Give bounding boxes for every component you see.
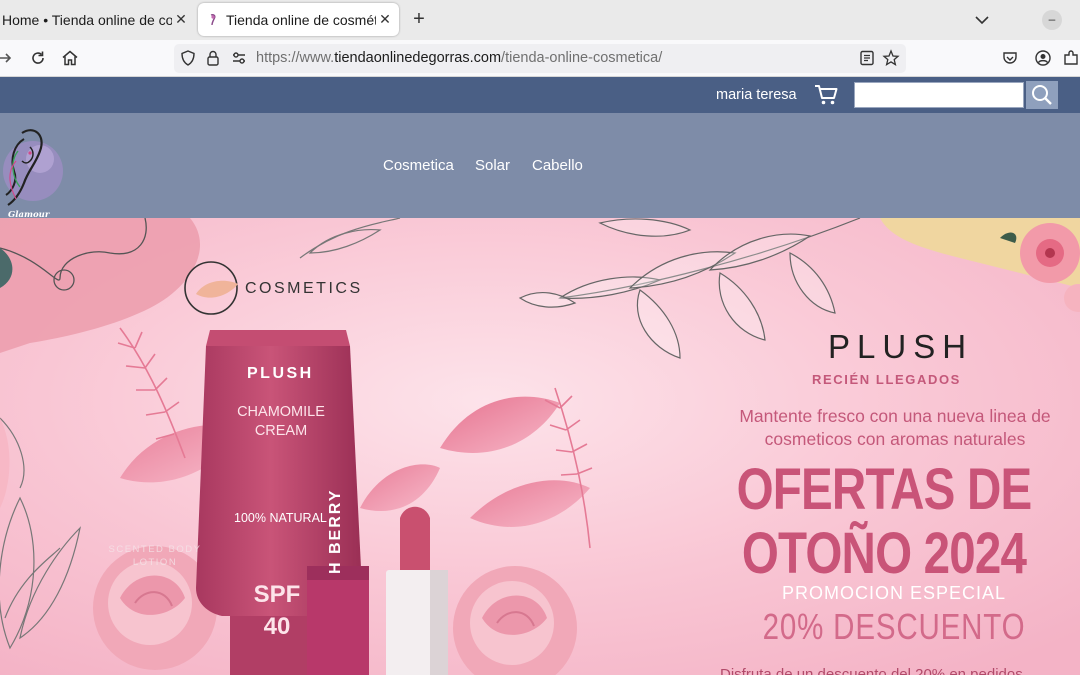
hero-headline: OFERTAS DE OTOÑO 2024 (736, 457, 1033, 586)
url-scheme: https:// (256, 50, 300, 66)
url-prefix: www. (299, 50, 335, 66)
extensions-icon[interactable] (1062, 49, 1080, 67)
tube-spf-label: SPF 40 (253, 581, 301, 640)
bookmark-star-icon[interactable] (882, 49, 900, 67)
hero-banner[interactable]: COSMETICS PLUSH CHAMOMILE CREAM 100% NAT… (0, 218, 1080, 675)
close-tab-icon[interactable]: ✕ (174, 11, 188, 28)
lipstick-label: H BERRY (327, 488, 344, 574)
reload-icon[interactable] (29, 49, 47, 67)
hero-title: PLUSH (828, 328, 974, 365)
site-permissions-icon[interactable] (230, 49, 248, 67)
hero-subtitle: RECIÉN LLEGADOS (812, 372, 961, 387)
tube-product-name: CHAMOMILE CREAM (237, 404, 325, 439)
url-path: /tienda-online-cosmetica/ (501, 50, 663, 66)
menu-item-cosmetica[interactable]: Cosmetica (383, 157, 454, 174)
browser-tab-strip: Home • Tienda online de cosmética ✕ Tien… (0, 0, 1080, 40)
menu-item-cabello[interactable]: Cabello (532, 157, 583, 174)
hero-footnote: Disfruta de un descuento del 20% en pedi… (720, 666, 1023, 675)
forward-icon[interactable] (0, 49, 18, 67)
pocket-icon[interactable] (1001, 49, 1019, 67)
tube-claim: 100% NATURAL (234, 511, 327, 525)
search-icon (1032, 85, 1052, 105)
promo-label: PROMOCION ESPECIAL (781, 583, 1007, 603)
discount-label: 20% DESCUENTO (762, 606, 1026, 647)
new-tab-button[interactable]: + (409, 8, 429, 31)
site-favicon-icon (206, 13, 220, 27)
search-input[interactable] (854, 82, 1024, 108)
reader-view-icon[interactable] (858, 49, 876, 67)
browser-tab-home[interactable]: Home • Tienda online de cosmética ✕ (0, 3, 192, 36)
tab-title: Tienda online de cosmética (226, 11, 376, 28)
tab-title: Home • Tienda online de cosmética (2, 11, 172, 28)
address-bar[interactable]: https://www.tiendaonlinedegorras.com/tie… (174, 44, 906, 73)
browser-nav-toolbar: https://www.tiendaonlinedegorras.com/tie… (0, 40, 1080, 77)
user-account-link[interactable]: maria teresa (716, 87, 797, 103)
search-button[interactable] (1026, 81, 1058, 109)
faded-product-label: SCENTED BODY LOTION (108, 544, 202, 568)
site-logo[interactable]: Glamour Box (0, 121, 66, 230)
hero-description: Mantente fresco con una nueva linea de c… (739, 406, 1051, 449)
tracking-protection-shield-icon[interactable] (179, 49, 197, 67)
lock-icon[interactable] (204, 49, 222, 67)
tube-brand-label: PLUSH (247, 365, 314, 382)
shopping-cart-icon[interactable] (814, 84, 838, 106)
main-navigation: Glamour Box Cosmetica Solar Cabello (0, 113, 1080, 230)
minimize-window-button[interactable]: – (1042, 10, 1062, 30)
account-icon[interactable] (1034, 49, 1052, 67)
site-top-bar: maria teresa (0, 77, 1080, 113)
close-tab-icon[interactable]: ✕ (378, 11, 392, 28)
url-host: tiendaonlinedegorras.com (334, 50, 502, 66)
menu-item-solar[interactable]: Solar (475, 157, 510, 174)
browser-tab-active[interactable]: Tienda online de cosmética ✕ (198, 3, 399, 36)
home-icon[interactable] (61, 49, 79, 67)
url-text: https://www.tiendaonlinedegorras.com/tie… (256, 50, 662, 66)
list-all-tabs-icon[interactable] (972, 10, 992, 30)
cosmetics-brand-label: COSMETICS (245, 280, 363, 297)
